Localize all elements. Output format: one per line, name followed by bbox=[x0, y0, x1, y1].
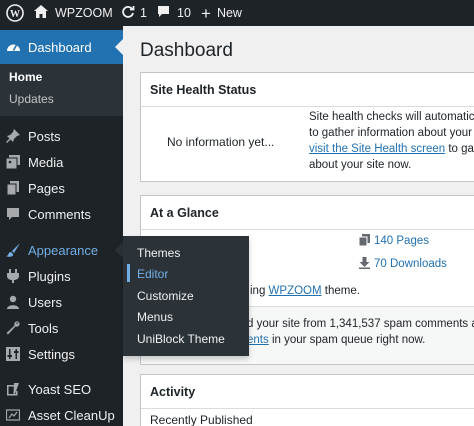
sidebar-label-settings: Settings bbox=[28, 346, 75, 362]
comment-bubble-icon bbox=[157, 5, 170, 21]
pages-icon bbox=[358, 234, 370, 249]
activity-widget: Activity Recently Published bbox=[140, 374, 474, 426]
wordpress-logo-icon[interactable]: W bbox=[6, 0, 24, 26]
site-health-title: Site Health Status bbox=[150, 83, 257, 97]
wrench-icon bbox=[6, 321, 20, 335]
no-info-text: No information yet... bbox=[167, 135, 275, 149]
appearance-flyout-menu: Themes Editor Customize Menus UniBlock T… bbox=[123, 236, 249, 356]
sidebar-label-dashboard: Dashboard bbox=[28, 39, 92, 55]
sidebar-item-yoast[interactable]: Yoast SEO bbox=[0, 377, 123, 401]
sidebar-label-tools: Tools bbox=[28, 320, 59, 336]
flyout-selected-indicator bbox=[127, 264, 130, 282]
activity-header[interactable]: Activity bbox=[141, 375, 474, 409]
at-a-glance-header[interactable]: At a Glance bbox=[141, 196, 474, 230]
svg-text:W: W bbox=[10, 9, 20, 20]
comments-count: 10 bbox=[177, 6, 191, 20]
sidebar-item-pages[interactable]: Pages bbox=[0, 176, 123, 200]
site-health-line-4: about your site now. bbox=[309, 159, 412, 171]
download-icon bbox=[359, 257, 370, 272]
home-icon bbox=[34, 5, 48, 21]
spam-line-1: d your site from 1,341,537 spam comments… bbox=[247, 318, 474, 330]
asset-cleanup-icon bbox=[5, 408, 21, 422]
current-menu-arrow bbox=[115, 39, 123, 55]
comments-link[interactable]: 10 bbox=[157, 0, 191, 26]
sidebar-item-appearance[interactable]: Appearance bbox=[0, 238, 123, 262]
theme-suffix: theme. bbox=[321, 285, 360, 297]
page-title: Dashboard bbox=[140, 40, 233, 61]
site-name: WPZOOM bbox=[55, 6, 113, 20]
sidebar-label-comments: Comments bbox=[28, 206, 91, 222]
pages-count: 140 Pages bbox=[374, 235, 429, 247]
sidebar-label-appearance: Appearance bbox=[28, 242, 99, 258]
dashboard-gauge-icon bbox=[6, 40, 20, 54]
spam-queue-link[interactable]: ents bbox=[247, 334, 269, 346]
sidebar-item-posts[interactable]: Posts bbox=[0, 124, 123, 148]
sidebar-item-dashboard[interactable]: Dashboard bbox=[0, 30, 123, 64]
updates-count: 1 bbox=[140, 6, 147, 20]
sidebar-label-posts: Posts bbox=[28, 128, 61, 144]
site-health-header[interactable]: Site Health Status bbox=[141, 73, 474, 107]
sidebar-item-asset-cleanup[interactable]: Asset CleanUp bbox=[0, 403, 123, 426]
sidebar-label-media: Media bbox=[28, 154, 64, 170]
activity-title: Activity bbox=[150, 385, 196, 399]
flyout-customize[interactable]: Customize bbox=[137, 289, 194, 303]
site-health-line-2: to gather information about your sit bbox=[309, 127, 474, 139]
site-health-line-3-suffix: to gathe bbox=[448, 143, 474, 155]
site-health-line-1: Site health checks will automaticall bbox=[309, 111, 474, 123]
spam-line-2-suffix: in your spam queue right now. bbox=[268, 334, 426, 346]
sidebar-item-tools[interactable]: Tools bbox=[0, 316, 123, 340]
at-a-glance-title: At a Glance bbox=[150, 206, 219, 220]
media-icon bbox=[5, 155, 20, 170]
site-health-line-3: visit the Site Health screen to gathe bbox=[309, 143, 474, 155]
sidebar-label-yoast: Yoast SEO bbox=[28, 381, 92, 397]
submenu-updates[interactable]: Updates bbox=[9, 92, 54, 106]
sidebar-label-users: Users bbox=[28, 294, 62, 310]
site-health-widget: Site Health Status No information yet...… bbox=[140, 72, 474, 182]
settings-sliders-icon bbox=[6, 347, 20, 361]
pages-icon bbox=[6, 181, 20, 196]
pages-count-link[interactable]: 140 Pages bbox=[358, 234, 429, 249]
site-home-link[interactable]: WPZOOM bbox=[34, 0, 113, 26]
comments-icon bbox=[6, 207, 20, 221]
spam-line-2: ents in your spam queue right now. bbox=[247, 334, 425, 346]
submenu-home[interactable]: Home bbox=[9, 70, 42, 84]
flyout-uniblock-theme[interactable]: UniBlock Theme bbox=[137, 332, 225, 346]
theme-link[interactable]: WPZOOM bbox=[269, 285, 322, 297]
flyout-menus[interactable]: Menus bbox=[137, 310, 173, 324]
new-content-link[interactable]: + New bbox=[201, 0, 242, 26]
downloads-count: 70 Downloads bbox=[374, 258, 447, 270]
updates-link[interactable]: 1 bbox=[121, 0, 147, 26]
theme-line: ing WPZOOM theme. bbox=[250, 285, 360, 297]
sidebar-item-users[interactable]: Users bbox=[0, 290, 123, 314]
yoast-logo-icon bbox=[6, 382, 20, 396]
site-health-screen-link[interactable]: visit the Site Health screen bbox=[309, 143, 445, 155]
flyout-themes[interactable]: Themes bbox=[137, 246, 180, 260]
user-icon bbox=[6, 295, 20, 309]
admin-bar: W WPZOOM 1 10 + New bbox=[0, 0, 474, 26]
new-label: New bbox=[216, 6, 242, 20]
sidebar-label-pages: Pages bbox=[28, 180, 65, 196]
theme-prefix: ing bbox=[250, 285, 269, 297]
flyout-arrow bbox=[115, 242, 123, 258]
flyout-editor[interactable]: Editor bbox=[137, 267, 168, 281]
paintbrush-icon bbox=[6, 243, 20, 257]
sidebar-item-media[interactable]: Media bbox=[0, 150, 123, 174]
sidebar-item-plugins[interactable]: Plugins bbox=[0, 264, 123, 288]
plus-icon: + bbox=[201, 3, 211, 23]
sidebar-label-plugins: Plugins bbox=[28, 268, 71, 284]
recently-published-heading: Recently Published bbox=[150, 413, 253, 426]
admin-sidebar: Dashboard Home Updates Posts Media Pages… bbox=[0, 26, 123, 426]
refresh-icon bbox=[121, 5, 135, 22]
sidebar-item-comments[interactable]: Comments bbox=[0, 202, 123, 226]
plug-icon bbox=[6, 269, 20, 283]
sidebar-item-settings[interactable]: Settings bbox=[0, 342, 123, 366]
pushpin-icon bbox=[6, 129, 20, 143]
sidebar-label-asset-cleanup: Asset CleanUp bbox=[28, 407, 115, 423]
downloads-count-link[interactable]: 70 Downloads bbox=[359, 257, 447, 272]
